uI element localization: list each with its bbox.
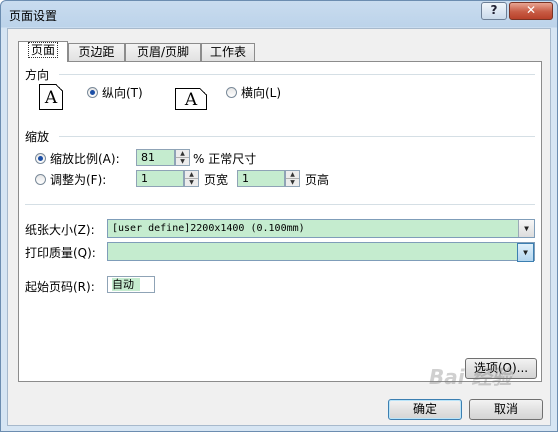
spin-down-icon[interactable]: ▼ (185, 178, 198, 186)
paper-size-label: 纸张大小(Z): (25, 223, 95, 237)
pages-wide-suffix: 页宽 (204, 173, 229, 187)
cancel-button[interactable]: 取消 (469, 399, 543, 420)
scaling-section-label: 缩放 (25, 130, 50, 144)
pages-wide-input[interactable]: 1 (136, 170, 184, 187)
tab-header-footer[interactable]: 页眉/页脚 (125, 43, 201, 61)
first-page-number-value: 自动 (112, 278, 140, 291)
first-page-number-label: 起始页码(R): (25, 280, 95, 294)
scale-percent-input[interactable]: 81 (136, 149, 175, 166)
spin-up-icon[interactable]: ▲ (176, 150, 189, 157)
tab-page[interactable]: 页面 (18, 41, 68, 62)
orientation-section-label: 方向 (25, 68, 50, 82)
paper-size-dropdown[interactable]: [user define]2200x1400 (0.100mm) ▼ (107, 219, 535, 238)
scaling-bottom-divider (25, 204, 535, 205)
close-button[interactable]: ✕ (509, 2, 553, 20)
print-quality-dropdown[interactable]: ▼ (107, 242, 535, 262)
orientation-divider (59, 74, 535, 75)
fit-to-label[interactable]: 调整为(F): (50, 171, 106, 188)
spin-down-icon[interactable]: ▼ (286, 178, 299, 186)
tab-sheet[interactable]: 工作表 (201, 43, 255, 61)
title-bar[interactable]: 页面设置 ? ✕ (1, 1, 557, 28)
dialog-client-area: 页面 页边距 页眉/页脚 工作表 方向 A 纵向(T) A 横向(L) 缩放 缩… (7, 28, 551, 426)
page-setup-dialog: 页面设置 ? ✕ 页面 页边距 页眉/页脚 工作表 方向 A 纵向(T) A 横… (0, 0, 558, 432)
landscape-page-icon: A (175, 88, 207, 110)
print-quality-label: 打印质量(Q): (25, 246, 96, 260)
scaling-divider (59, 136, 535, 137)
chevron-down-icon[interactable]: ▼ (517, 243, 534, 262)
adjust-to-label[interactable]: 缩放比例(A): (50, 150, 120, 167)
landscape-radio[interactable] (226, 87, 237, 98)
paper-size-value: [user define]2200x1400 (0.100mm) (112, 223, 305, 234)
adjust-to-radio[interactable] (35, 153, 46, 164)
portrait-page-icon: A (39, 84, 63, 110)
pages-tall-suffix: 页高 (305, 173, 330, 187)
tab-margins[interactable]: 页边距 (68, 43, 125, 61)
ok-button[interactable]: 确定 (388, 399, 462, 420)
pages-tall-spinner[interactable]: ▲ ▼ (285, 170, 300, 187)
fit-to-radio[interactable] (35, 174, 46, 185)
spin-up-icon[interactable]: ▲ (185, 171, 198, 178)
first-page-number-input[interactable]: 自动 (107, 276, 155, 293)
options-button[interactable]: 选项(O)... (465, 358, 537, 379)
pages-tall-input[interactable]: 1 (237, 170, 285, 187)
portrait-label[interactable]: 纵向(T) (102, 84, 143, 101)
page-tab-panel: 方向 A 纵向(T) A 横向(L) 缩放 缩放比例(A): 81 ▲ ▼ % … (18, 61, 542, 382)
pages-wide-spinner[interactable]: ▲ ▼ (184, 170, 199, 187)
spin-up-icon[interactable]: ▲ (286, 171, 299, 178)
dialog-title: 页面设置 (9, 9, 58, 23)
portrait-radio[interactable] (87, 87, 98, 98)
tab-page-label: 页面 (27, 42, 58, 58)
scale-percent-suffix: % 正常尺寸 (193, 152, 257, 166)
spin-down-icon[interactable]: ▼ (176, 157, 189, 165)
chevron-down-icon[interactable]: ▼ (518, 220, 534, 237)
landscape-label[interactable]: 横向(L) (241, 84, 281, 101)
help-button[interactable]: ? (481, 2, 507, 20)
scale-percent-spinner[interactable]: ▲ ▼ (175, 149, 190, 166)
